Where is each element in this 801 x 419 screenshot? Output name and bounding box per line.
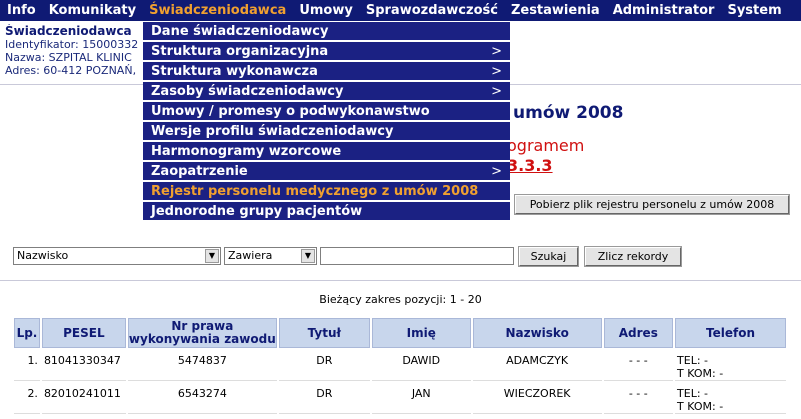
chevron-down-icon[interactable]: ▼ [205,249,219,263]
range-text: Bieżący zakres pozycji: 1 - 20 [319,293,482,306]
cell-lp: 2. [14,383,40,414]
provider-name: Nazwa: SZPITAL KLINIC [5,51,132,64]
search-field-select[interactable]: Nazwisko ▼ [13,247,221,265]
cell-nazwisko: ADAMCZYK [472,350,602,381]
dropdown-item-struktura-wykonawcza[interactable]: Struktura wykonawcza > [143,62,510,81]
provider-info: Świadczeniodawca Identyfikator: 15000332… [5,24,155,77]
menu-administrator[interactable]: Administrator [606,0,721,21]
cell-nazwisko: WIECZOREK [472,383,602,414]
top-menubar: Info Komunikaty Świadczeniodawca Umowy S… [0,0,801,21]
column-header-pesel[interactable]: PESEL [41,318,126,348]
menu-umowy[interactable]: Umowy [292,0,359,21]
cell-adres: - - - [603,350,674,381]
submenu-arrow-icon: > [491,84,502,99]
tkom-line: T KOM: - [677,367,724,380]
tel-line: TEL: - [677,354,709,367]
column-header-lp[interactable]: Lp. [14,318,40,348]
menu-komunikaty[interactable]: Komunikaty [42,0,142,21]
page-title: umów 2008 [513,103,624,123]
dropdown-item-label: Umowy / promesy o podwykonawstwo [151,104,430,119]
page-subtitle: ogramem [507,136,585,155]
column-header-tytul[interactable]: Tytuł [278,318,370,348]
dropdown-item-label: Jednorodne grupy pacjentów [151,204,363,219]
cell-adres: - - - [603,383,674,414]
dropdown-item-jednorodne-grupy[interactable]: Jednorodne grupy pacjentów [143,202,510,221]
dropdown-item-dane[interactable]: Dane świadczeniodawcy [143,22,510,41]
search-mode-value: Zawiera [228,249,273,262]
cell-nr-prawa: 6543274 [127,383,277,414]
search-field-value: Nazwisko [17,249,69,262]
cell-telefon: TEL: -T KOM: - [675,383,786,414]
dropdown-item-label: Struktura organizacyjna [151,44,329,59]
menu-sprawozdawczosc[interactable]: Sprawozdawczość [359,0,504,21]
cell-tytul: DR [278,383,370,414]
dropdown-item-zaopatrzenie[interactable]: Zaopatrzenie > [143,162,510,181]
cell-pesel: 82010241011 [41,383,126,414]
submenu-arrow-icon: > [491,44,502,59]
search-button[interactable]: Szukaj [518,246,579,267]
menu-system[interactable]: System [720,0,787,21]
column-header-nr-prawa[interactable]: Nr prawa wykonywania zawodu [127,318,277,348]
dropdown-item-wersje-profilu[interactable]: Wersje profilu świadczeniodawcy [143,122,510,141]
submenu-arrow-icon: > [491,64,502,79]
dropdown-item-label: Zasoby świadczeniodawcy [151,84,344,99]
cell-lp: 1. [14,350,40,381]
search-input[interactable] [320,247,514,265]
cell-nr-prawa: 5474837 [127,350,277,381]
cell-pesel: 81041330347 [41,350,126,381]
dropdown-item-harmonogramy[interactable]: Harmonogramy wzorcowe [143,142,510,161]
count-records-button[interactable]: Zlicz rekordy [584,246,682,267]
chevron-down-icon[interactable]: ▼ [301,249,315,263]
table-row[interactable]: 1. 81041330347 5474837 DR DAWID ADAMCZYK… [14,350,786,381]
dropdown-item-rejestr-personelu[interactable]: Rejestr personelu medycznego z umów 2008 [143,182,510,201]
provider-title: Świadczeniodawca [5,24,132,38]
column-header-nazwisko[interactable]: Nazwisko [472,318,602,348]
cell-imie: DAWID [371,350,471,381]
cell-imie: JAN [371,383,471,414]
download-register-button[interactable]: Pobierz plik rejestru personelu z umów 2… [514,194,790,215]
version-link[interactable]: 3.3.3 [507,156,553,175]
submenu-arrow-icon: > [491,164,502,179]
dropdown-item-label: Harmonogramy wzorcowe [151,144,342,159]
dropdown-item-label: Zaopatrzenie [151,164,248,179]
personnel-table: Lp. PESEL Nr prawa wykonywania zawodu Ty… [12,316,788,416]
column-header-telefon[interactable]: Telefon [675,318,786,348]
provider-id: Identyfikator: 15000332 [5,38,139,51]
cell-tytul: DR [278,350,370,381]
dropdown-item-umowy-promesy[interactable]: Umowy / promesy o podwykonawstwo [143,102,510,121]
menu-swiadczeniodawca[interactable]: Świadczeniodawca [142,0,292,21]
dropdown-item-label: Wersje profilu świadczeniodawcy [151,124,394,139]
provider-dropdown-menu: Dane świadczeniodawcy Struktura organiza… [143,22,510,224]
search-mode-select[interactable]: Zawiera ▼ [224,247,317,265]
dropdown-item-zasoby[interactable]: Zasoby świadczeniodawcy > [143,82,510,101]
dropdown-item-label: Struktura wykonawcza [151,64,318,79]
cell-telefon: TEL: -T KOM: - [675,350,786,381]
table-row[interactable]: 2. 82010241011 6543274 DR JAN WIECZOREK … [14,383,786,414]
column-header-imie[interactable]: Imię [371,318,471,348]
dropdown-item-label: Rejestr personelu medycznego z umów 2008 [151,184,479,199]
tel-line: TEL: - [677,387,709,400]
dropdown-item-struktura-organizacyjna[interactable]: Struktura organizacyjna > [143,42,510,61]
table-header-row: Lp. PESEL Nr prawa wykonywania zawodu Ty… [14,318,786,348]
dropdown-item-label: Dane świadczeniodawcy [151,24,329,39]
tkom-line: T KOM: - [677,400,724,413]
column-header-adres[interactable]: Adres [603,318,674,348]
menu-zestawienia[interactable]: Zestawienia [504,0,606,21]
menu-info[interactable]: Info [0,0,42,21]
divider [0,280,801,281]
provider-address: Adres: 60-412 POZNAŃ, [5,64,137,77]
